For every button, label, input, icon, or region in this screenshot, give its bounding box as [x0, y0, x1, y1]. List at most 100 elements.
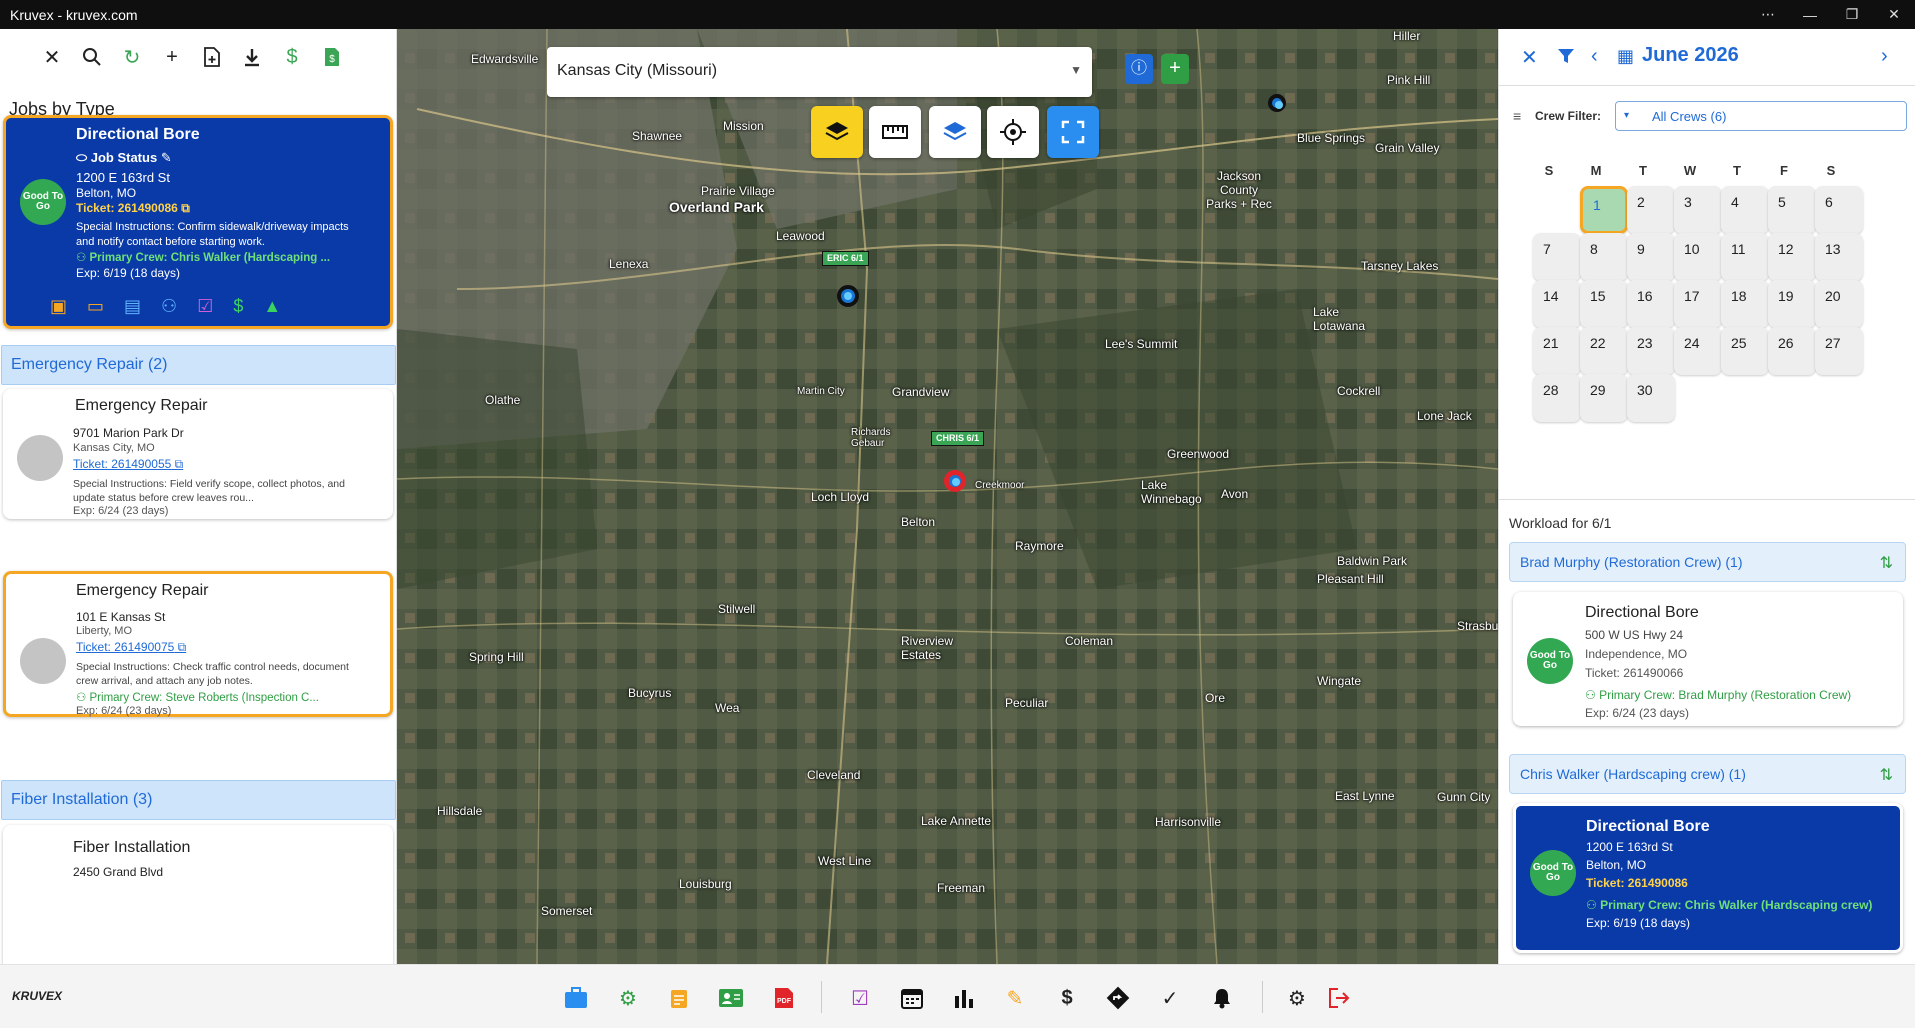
- calendar-day[interactable]: 7: [1533, 233, 1581, 281]
- calendar-day[interactable]: 17: [1674, 280, 1722, 328]
- calendar-day[interactable]: 19: [1768, 280, 1816, 328]
- search-icon[interactable]: [80, 45, 104, 69]
- dollar-icon[interactable]: $: [233, 296, 243, 317]
- directions-icon[interactable]: [1105, 985, 1131, 1011]
- maximize-button[interactable]: ❐: [1831, 6, 1873, 23]
- job-status[interactable]: ⬭ Job Status ✎: [76, 150, 172, 166]
- calendar-day[interactable]: 9: [1627, 233, 1675, 281]
- calendar-day[interactable]: 22: [1580, 327, 1628, 375]
- logout-icon[interactable]: [1326, 985, 1352, 1011]
- calendar-day[interactable]: 6: [1815, 186, 1863, 234]
- invoice-icon[interactable]: $: [320, 45, 344, 69]
- job-card-selected[interactable]: Directional Bore ⬭ Job Status ✎ 1200 E 1…: [3, 115, 393, 329]
- filter-icon[interactable]: [1557, 47, 1575, 70]
- measure-button[interactable]: [869, 106, 921, 158]
- settings-icon[interactable]: ⚙: [1284, 985, 1310, 1011]
- crew-pin[interactable]: [1268, 94, 1286, 112]
- calendar-day-selected[interactable]: 1: [1580, 186, 1628, 234]
- workload-card-selected[interactable]: Directional Bore 1200 E 163rd St Belton,…: [1513, 803, 1903, 953]
- calendar-day[interactable]: 12: [1768, 233, 1816, 281]
- calendar-day[interactable]: 25: [1721, 327, 1769, 375]
- calendar-day[interactable]: 11: [1721, 233, 1769, 281]
- calendar-day[interactable]: 16: [1627, 280, 1675, 328]
- job-ticket[interactable]: Ticket: 261490086 ⧉: [76, 201, 190, 216]
- more-icon[interactable]: ⋯: [1747, 6, 1789, 23]
- calendar-day[interactable]: 27: [1815, 327, 1863, 375]
- calendar-day[interactable]: 13: [1815, 233, 1863, 281]
- next-month-icon[interactable]: ›: [1881, 45, 1888, 68]
- previous-month-icon[interactable]: ‹: [1591, 45, 1598, 68]
- group-fiber-installation[interactable]: Fiber Installation (3): [1, 780, 396, 820]
- location-off-icon[interactable]: ✎: [1002, 985, 1028, 1011]
- layers-button[interactable]: [929, 106, 981, 158]
- task-icon[interactable]: ✓: [1157, 985, 1183, 1011]
- notifications-icon[interactable]: [1209, 985, 1235, 1011]
- calendar-icon[interactable]: [899, 985, 925, 1011]
- calendar-day[interactable]: 29: [1580, 374, 1628, 422]
- calendar-day[interactable]: 5: [1768, 186, 1816, 234]
- my-location-button[interactable]: [987, 106, 1039, 158]
- crew-group-chris[interactable]: Chris Walker (Hardscaping crew) (1) ⇅: [1509, 754, 1906, 794]
- job-ticket[interactable]: Ticket: 261490055 ⧉: [73, 457, 183, 472]
- navigate-icon[interactable]: ▲: [263, 296, 281, 317]
- checklist-icon[interactable]: ☑: [847, 985, 873, 1011]
- fullscreen-button[interactable]: [1047, 106, 1099, 158]
- swap-icon[interactable]: ⇅: [1880, 765, 1893, 785]
- download-icon[interactable]: [240, 45, 264, 69]
- calendar-day[interactable]: 24: [1674, 327, 1722, 375]
- calendar-day[interactable]: 20: [1815, 280, 1863, 328]
- dollar-icon[interactable]: $: [1054, 985, 1080, 1011]
- crew-flag-chris[interactable]: CHRIS 6/1: [931, 431, 985, 446]
- swap-icon[interactable]: ⇅: [1880, 553, 1893, 573]
- ticket-icon[interactable]: ▣: [50, 296, 67, 317]
- job-card[interactable]: Emergency Repair 9701 Marion Park Dr Kan…: [3, 389, 393, 519]
- chart-icon[interactable]: [951, 985, 977, 1011]
- calendar-day[interactable]: 28: [1533, 374, 1581, 422]
- dollar-check-icon[interactable]: $: [280, 45, 304, 69]
- minimize-button[interactable]: —: [1789, 7, 1831, 23]
- job-card[interactable]: Emergency Repair 101 E Kansas St Liberty…: [3, 571, 393, 717]
- info-button[interactable]: ⓘ: [1125, 54, 1153, 84]
- calendar-day[interactable]: 23: [1627, 327, 1675, 375]
- crew-flag-eric[interactable]: ERIC 6/1: [822, 251, 869, 266]
- clipboard-icon[interactable]: [666, 985, 692, 1011]
- pdf-icon[interactable]: PDF: [771, 985, 797, 1011]
- calendar-day[interactable]: 26: [1768, 327, 1816, 375]
- crew-settings-icon[interactable]: ⚙: [615, 985, 641, 1011]
- layers-yellow-button[interactable]: [811, 106, 863, 158]
- crew-pin-chris[interactable]: [944, 470, 966, 492]
- add-icon[interactable]: +: [160, 45, 184, 69]
- crew-group-brad[interactable]: Brad Murphy (Restoration Crew) (1) ⇅: [1509, 542, 1906, 582]
- checklist-icon[interactable]: ☑: [197, 296, 213, 317]
- job-ticket[interactable]: Ticket: 261490075 ⧉: [76, 640, 186, 655]
- workload-card[interactable]: Directional Bore 500 W US Hwy 24 Indepen…: [1513, 592, 1903, 726]
- close-icon[interactable]: ✕: [40, 45, 64, 69]
- contacts-icon[interactable]: [718, 985, 744, 1011]
- ruler-icon[interactable]: ▤: [124, 296, 141, 317]
- calendar-day[interactable]: 8: [1580, 233, 1628, 281]
- close-icon[interactable]: ✕: [1521, 45, 1538, 70]
- calendar-day[interactable]: 15: [1580, 280, 1628, 328]
- refresh-icon[interactable]: ↻: [120, 45, 144, 69]
- calendar-day[interactable]: 18: [1721, 280, 1769, 328]
- add-document-icon[interactable]: [200, 45, 224, 69]
- calendar-day[interactable]: 3: [1674, 186, 1722, 234]
- jobs-icon[interactable]: [563, 985, 589, 1011]
- location-select[interactable]: Kansas City (Missouri) ▼: [547, 47, 1092, 97]
- close-window-button[interactable]: ✕: [1873, 6, 1915, 23]
- folder-icon[interactable]: ▭: [87, 296, 104, 317]
- calendar-day[interactable]: 10: [1674, 233, 1722, 281]
- calendar-day[interactable]: 21: [1533, 327, 1581, 375]
- add-location-button[interactable]: +: [1161, 54, 1189, 84]
- calendar-day[interactable]: 2: [1627, 186, 1675, 234]
- edit-icon[interactable]: ✎: [161, 150, 172, 165]
- calendar-day[interactable]: 30: [1627, 374, 1675, 422]
- group-emergency-repair[interactable]: Emergency Repair (2): [1, 345, 396, 385]
- crew-filter-select[interactable]: ▾ All Crews (6): [1615, 101, 1907, 131]
- job-card[interactable]: Fiber Installation 2450 Grand Blvd: [3, 825, 393, 964]
- calendar-day[interactable]: 14: [1533, 280, 1581, 328]
- calendar-day[interactable]: 4: [1721, 186, 1769, 234]
- crew-pin-eric[interactable]: [837, 285, 859, 307]
- map-view[interactable]: Kansas City (Missouri) ▼ ⓘ + Overland Pa…: [397, 29, 1498, 964]
- crew-assign-icon[interactable]: ⚇: [161, 296, 177, 317]
